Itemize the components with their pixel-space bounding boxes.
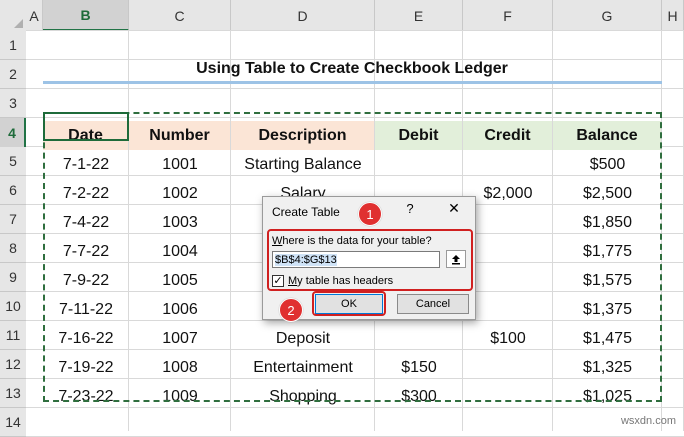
active-cell[interactable] — [43, 112, 129, 141]
table-cell[interactable]: Deposit — [231, 324, 375, 353]
close-icon[interactable]: ✕ — [447, 200, 461, 217]
table-cell[interactable]: 7-11-22 — [43, 295, 129, 324]
table-cell[interactable]: 1009 — [129, 382, 231, 411]
table-cell[interactable]: Starting Balance — [231, 150, 375, 179]
table-cell[interactable]: 7-4-22 — [43, 208, 129, 237]
table-cell[interactable] — [463, 266, 553, 295]
column-header-c[interactable]: C — [129, 0, 231, 31]
sheet-title: Using Table to Create Checkbook Ledger — [196, 60, 508, 77]
table-cell[interactable]: $1,850 — [553, 208, 662, 237]
table-cell[interactable]: $1,375 — [553, 295, 662, 324]
row-header-9[interactable]: 9 — [0, 263, 26, 292]
callout-badge-1: 1 — [358, 202, 382, 226]
watermark: wsxdn.com — [620, 415, 676, 427]
table-cell[interactable] — [375, 150, 463, 179]
range-input[interactable]: $B$4:$G$13 — [272, 251, 440, 268]
table-cell[interactable]: $1,325 — [553, 353, 662, 382]
column-header-g[interactable]: G — [553, 0, 662, 31]
table-cell[interactable]: $500 — [553, 150, 662, 179]
select-all-corner[interactable] — [0, 0, 26, 31]
row-header-11[interactable]: 11 — [0, 321, 26, 350]
title-underline — [43, 81, 662, 84]
row-header-14[interactable]: 14 — [0, 408, 26, 437]
table-cell[interactable]: 7-16-22 — [43, 324, 129, 353]
table-cell[interactable]: 1002 — [129, 179, 231, 208]
row-header-4[interactable]: 4 — [0, 118, 26, 147]
table-header-number[interactable]: Number — [129, 121, 231, 150]
table-cell[interactable]: Entertainment — [231, 353, 375, 382]
table-cell[interactable]: 7-19-22 — [43, 353, 129, 382]
table-cell[interactable]: $1,025 — [553, 382, 662, 411]
table-cell[interactable]: $1,575 — [553, 266, 662, 295]
cancel-button[interactable]: Cancel — [397, 294, 469, 314]
table-cell[interactable] — [463, 295, 553, 324]
table-cell[interactable]: $1,775 — [553, 237, 662, 266]
headers-checkbox-label: My table has headers — [288, 275, 394, 287]
table-header-description[interactable]: Description — [231, 121, 375, 150]
table-cell[interactable] — [463, 353, 553, 382]
row-header-8[interactable]: 8 — [0, 234, 26, 263]
row-header-3[interactable]: 3 — [0, 89, 26, 118]
range-value: $B$4:$G$13 — [275, 253, 337, 266]
column-header-f[interactable]: F — [463, 0, 553, 31]
table-cell[interactable]: 1006 — [129, 295, 231, 324]
row-header-6[interactable]: 6 — [0, 176, 26, 205]
table-header-balance[interactable]: Balance — [553, 121, 662, 150]
row-header-2[interactable]: 2 — [0, 60, 26, 89]
table-cell[interactable]: $2,000 — [463, 179, 553, 208]
table-cell[interactable]: 1008 — [129, 353, 231, 382]
table-cell[interactable] — [463, 382, 553, 411]
collapse-dialog-button[interactable] — [446, 250, 466, 268]
range-prompt: Where is the data for your table? — [272, 235, 432, 247]
table-cell[interactable]: 7-1-22 — [43, 150, 129, 179]
table-header-debit[interactable]: Debit — [375, 121, 463, 150]
row-header-13[interactable]: 13 — [0, 379, 26, 408]
row-header-1[interactable]: 1 — [0, 31, 26, 60]
table-header-credit[interactable]: Credit — [463, 121, 553, 150]
table-cell[interactable] — [463, 150, 553, 179]
table-cell[interactable] — [463, 208, 553, 237]
column-header-e[interactable]: E — [375, 0, 463, 31]
table-cell[interactable]: 1005 — [129, 266, 231, 295]
column-header-b[interactable]: B — [43, 0, 129, 31]
callout-badge-2: 2 — [279, 298, 303, 322]
table-cell[interactable]: 1007 — [129, 324, 231, 353]
gridline-horizontal — [26, 88, 684, 89]
column-header-d[interactable]: D — [231, 0, 375, 31]
table-cell[interactable]: 1004 — [129, 237, 231, 266]
row-header-12[interactable]: 12 — [0, 350, 26, 379]
table-cell[interactable]: 7-7-22 — [43, 237, 129, 266]
spreadsheet: ABCDEFGH 1 2 3 4 5 6 7 8 9 10 11 12 13 14 Using Table… — [0, 0, 684, 437]
table-cell[interactable]: $1,475 — [553, 324, 662, 353]
row-header-10[interactable]: 10 — [0, 292, 26, 321]
table-cell[interactable]: 1003 — [129, 208, 231, 237]
table-cell[interactable]: $100 — [463, 324, 553, 353]
table-cell[interactable]: $150 — [375, 353, 463, 382]
dialog-title: Create Table — [272, 205, 340, 219]
help-icon[interactable]: ? — [403, 201, 417, 216]
row-header-5[interactable]: 5 — [0, 147, 26, 176]
ok-button[interactable]: OK — [315, 294, 383, 314]
table-cell[interactable]: 7-23-22 — [43, 382, 129, 411]
table-cell[interactable] — [463, 237, 553, 266]
collapse-arrow-icon — [452, 254, 460, 264]
table-cell[interactable]: $2,500 — [553, 179, 662, 208]
headers-checkbox[interactable]: ✓ — [272, 275, 284, 287]
column-header-h[interactable]: H — [662, 0, 684, 31]
row-header-7[interactable]: 7 — [0, 205, 26, 234]
column-header-a[interactable]: A — [26, 0, 43, 31]
table-cell[interactable]: 7-2-22 — [43, 179, 129, 208]
select-all-triangle-icon — [14, 19, 23, 28]
table-cell[interactable]: 7-9-22 — [43, 266, 129, 295]
table-cell[interactable] — [375, 324, 463, 353]
gridline-horizontal — [26, 30, 684, 31]
table-cell[interactable]: $300 — [375, 382, 463, 411]
table-cell[interactable]: 1001 — [129, 150, 231, 179]
table-cell[interactable]: Shopping — [231, 382, 375, 411]
